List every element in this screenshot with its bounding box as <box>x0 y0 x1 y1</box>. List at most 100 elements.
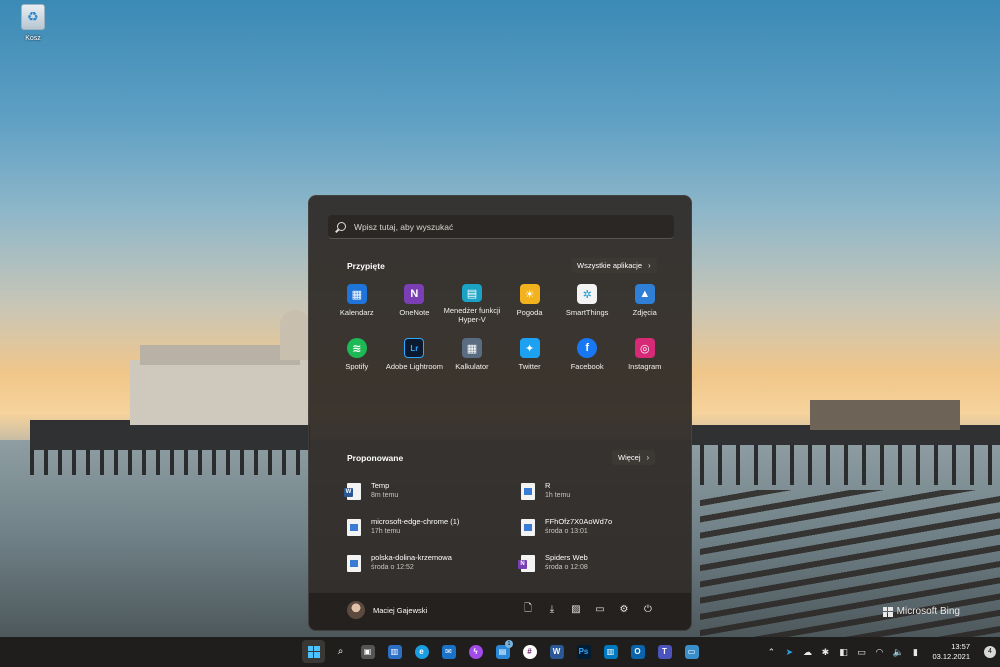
clock-date: 03.12.2021 <box>932 652 970 661</box>
recommended-item-text: Temp 8m temu <box>371 481 398 501</box>
pinned-app[interactable]: f Facebook <box>558 338 616 378</box>
system-tray: ⌃ ➤ ☁ ✱ ◧ ▭ ◠ 🔈 ▮ 13:57 03.12.2021 4 <box>766 637 996 667</box>
teams-button[interactable]: T <box>653 640 676 663</box>
recommended-item-text: FFhOfz7X0AoWd7o środa o 13:01 <box>545 517 612 537</box>
recommended-item-time: środa o 12:52 <box>371 564 414 571</box>
pinned-app[interactable]: N OneNote <box>386 284 444 324</box>
volume-icon[interactable]: 🔈 <box>892 647 903 658</box>
pinned-app[interactable]: ▤ Menedżer funkcji Hyper-V <box>443 284 501 324</box>
tray-app-2-icon[interactable]: ▭ <box>856 647 866 658</box>
pinned-app[interactable]: ▲ Zdjęcia <box>616 284 674 324</box>
messenger-button[interactable]: ϟ <box>464 640 487 663</box>
pinned-app[interactable]: ☀ Pogoda <box>501 284 559 324</box>
pinned-app[interactable]: ≋ Spotify <box>328 338 386 378</box>
task-view-button[interactable]: ▣ <box>356 640 379 663</box>
slack-button[interactable]: # <box>518 640 541 663</box>
word-document-icon <box>344 482 361 500</box>
recommended-item[interactable]: Temp 8m temu <box>344 480 521 502</box>
smartthings-icon: ✲ <box>577 284 598 304</box>
wifi-icon[interactable]: ◠ <box>874 647 884 658</box>
mail-icon: ✉ <box>441 644 456 659</box>
word-button[interactable]: W <box>545 640 568 663</box>
mail-button[interactable]: ✉ <box>437 640 460 663</box>
explorer-button[interactable]: ▭ <box>680 640 703 663</box>
recommended-item-time: środa o 12:08 <box>545 564 588 571</box>
file-explorer-icon[interactable]: ▭ <box>595 603 605 615</box>
avatar <box>347 601 365 619</box>
onedrive-icon[interactable]: ☁ <box>802 647 812 658</box>
recommended-item[interactable]: FFhOfz7X0AoWd7o środa o 13:01 <box>521 516 667 538</box>
pinned-app-label: Kalkulator <box>455 362 489 371</box>
image-file-icon <box>521 482 535 500</box>
microsoft-logo-icon <box>882 606 893 617</box>
pinned-app[interactable]: ✦ Twitter <box>501 338 559 378</box>
start-button[interactable] <box>302 640 325 663</box>
recommended-item-time: 8m temu <box>371 492 399 499</box>
outlook-button[interactable]: O <box>626 640 649 663</box>
battery-icon[interactable]: ▮ <box>910 647 920 658</box>
more-label: Więcej <box>618 453 641 462</box>
recommended-item-text: microsoft-edge-chrome (1) 17h temu <box>371 517 459 537</box>
recommended-item-text: R 1h temu <box>545 481 570 501</box>
bing-watermark-text: Microsoft Bing <box>896 606 960 617</box>
hyperv-icon: ▤ <box>461 284 482 302</box>
recommended-item-name: polska-dolina-krzemowa <box>371 553 452 562</box>
power-icon[interactable]: ⏻ <box>643 603 653 615</box>
pinned-app-label: OneNote <box>399 308 430 317</box>
recommended-item[interactable]: polska-dolina-krzemowa środa o 12:52 <box>347 552 521 574</box>
chevron-up-icon[interactable]: ⌃ <box>766 647 776 658</box>
taskbar: ⌕ ▣ ▥ e ✉ ϟ ▤ 1 # W Ps ▥ O T ▭ ⌃ ➤ ☁ ✱ ◧… <box>0 637 1000 667</box>
taskbar-search-button[interactable]: ⌕ <box>329 640 352 663</box>
edge-icon: e <box>414 644 429 659</box>
recommended-item[interactable]: R 1h temu <box>521 480 667 502</box>
telegram-icon[interactable]: ➤ <box>784 647 794 658</box>
start-footer: Maciej Gajewski 🗋 ⤓ ▨ ▭ ⚙ ⏻ <box>309 592 691 630</box>
photoshop-button[interactable]: Ps <box>572 640 595 663</box>
twitter-icon: ✦ <box>519 338 540 358</box>
all-apps-button[interactable]: Wszystkie aplikacje › <box>571 258 657 273</box>
settings-gear-icon[interactable]: ⚙ <box>619 603 629 615</box>
trello-button[interactable]: ▥ <box>599 640 622 663</box>
store-badge: 1 <box>505 640 513 648</box>
pinned-app[interactable]: ▦ Kalkulator <box>443 338 501 378</box>
image-file-icon <box>521 518 535 536</box>
recommended-item-name: Temp <box>371 481 390 490</box>
pinned-app[interactable]: Lr Adobe Lightroom <box>386 338 444 378</box>
user-account-button[interactable]: Maciej Gajewski <box>347 601 427 619</box>
photos-icon: ▲ <box>634 284 655 304</box>
start-menu: Wpisz tutaj, aby wyszukać Przypięte Wszy… <box>308 195 692 631</box>
widgets-button[interactable]: ▥ <box>383 640 406 663</box>
downloads-icon[interactable]: ⤓ <box>547 603 557 615</box>
tray-app-icon[interactable]: ◧ <box>838 647 848 658</box>
recycle-bin-label: Kosz <box>25 35 41 42</box>
chevron-right-icon: › <box>648 261 651 270</box>
desktop-recycle-bin[interactable]: Kosz <box>12 4 54 42</box>
teams-icon: T <box>657 644 672 659</box>
recommended-item[interactable]: microsoft-edge-chrome (1) 17h temu <box>347 516 521 538</box>
clock[interactable]: 13:57 03.12.2021 <box>932 642 970 662</box>
wallpaper-pier-left-building <box>130 360 310 425</box>
pictures-icon[interactable]: ▨ <box>571 603 581 615</box>
pinned-app-label: Adobe Lightroom <box>385 362 443 371</box>
more-button[interactable]: Więcej › <box>612 450 656 465</box>
edge-button[interactable]: e <box>410 640 433 663</box>
slack-tray-icon[interactable]: ✱ <box>820 647 830 658</box>
notification-count[interactable]: 4 <box>984 646 996 658</box>
calculator-icon: ▦ <box>461 338 482 358</box>
pinned-app[interactable]: ◎ Instagram <box>616 338 674 378</box>
trello-icon: ▥ <box>603 644 618 659</box>
documents-icon[interactable]: 🗋 <box>523 603 533 615</box>
image-file-icon <box>347 554 361 572</box>
wallpaper-pier-left-legs <box>30 450 310 475</box>
store-button[interactable]: ▤ 1 <box>491 640 514 663</box>
start-search-box[interactable]: Wpisz tutaj, aby wyszukać <box>328 215 674 239</box>
chevron-right-icon: › <box>646 453 650 462</box>
pinned-app-label: Zdjęcia <box>632 308 657 317</box>
slack-icon: # <box>522 644 537 659</box>
spotify-icon: ≋ <box>346 338 367 358</box>
recommended-item[interactable]: Spiders Web środa o 12:08 <box>518 552 667 574</box>
pinned-app[interactable]: ▦ Kalendarz <box>328 284 386 324</box>
weather-icon: ☀ <box>519 284 540 304</box>
pinned-app[interactable]: ✲ SmartThings <box>558 284 616 324</box>
recommended-item-time: środa o 13:01 <box>545 528 588 535</box>
